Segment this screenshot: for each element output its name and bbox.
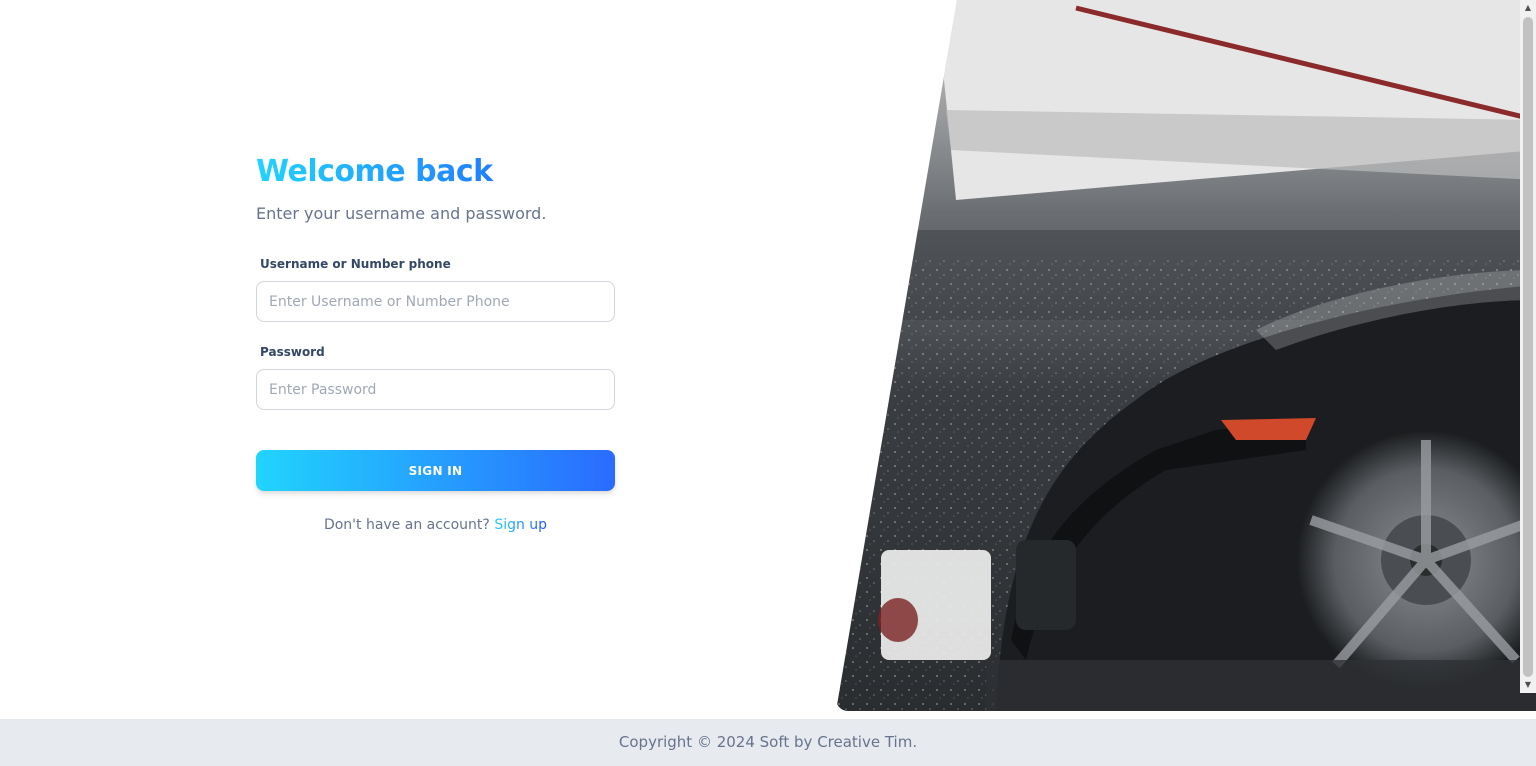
signup-prompt-line: Don't have an account? Sign up	[256, 517, 615, 533]
scroll-up-icon[interactable]: ▲	[1520, 0, 1536, 16]
footer-copyright: Copyright © 2024 Soft by Creative Tim.	[618, 733, 918, 751]
page-scrollbar[interactable]: ▲ ▼	[1520, 0, 1536, 693]
signup-prompt-text: Don't have an account?	[323, 517, 490, 533]
password-label: Password	[260, 345, 325, 359]
hero-car-image	[836, 0, 1536, 711]
sign-up-link[interactable]: Sign up	[494, 517, 547, 533]
username-input[interactable]	[256, 281, 615, 322]
car-wash-illustration	[836, 0, 1536, 711]
page-title: Welcome back	[256, 150, 615, 194]
username-label: Username or Number phone	[260, 257, 451, 271]
footer: Copyright © 2024 Soft by Creative Tim.	[0, 719, 1536, 766]
scroll-thumb[interactable]	[1523, 17, 1533, 677]
sign-in-button[interactable]: SIGN IN	[256, 450, 615, 491]
login-page: Welcome back Enter your username and pas…	[0, 0, 1536, 766]
scroll-down-icon[interactable]: ▼	[1520, 677, 1536, 693]
password-input[interactable]	[256, 369, 615, 410]
page-subtitle: Enter your username and password.	[256, 204, 547, 223]
sign-in-form: Welcome back Enter your username and pas…	[256, 150, 615, 533]
